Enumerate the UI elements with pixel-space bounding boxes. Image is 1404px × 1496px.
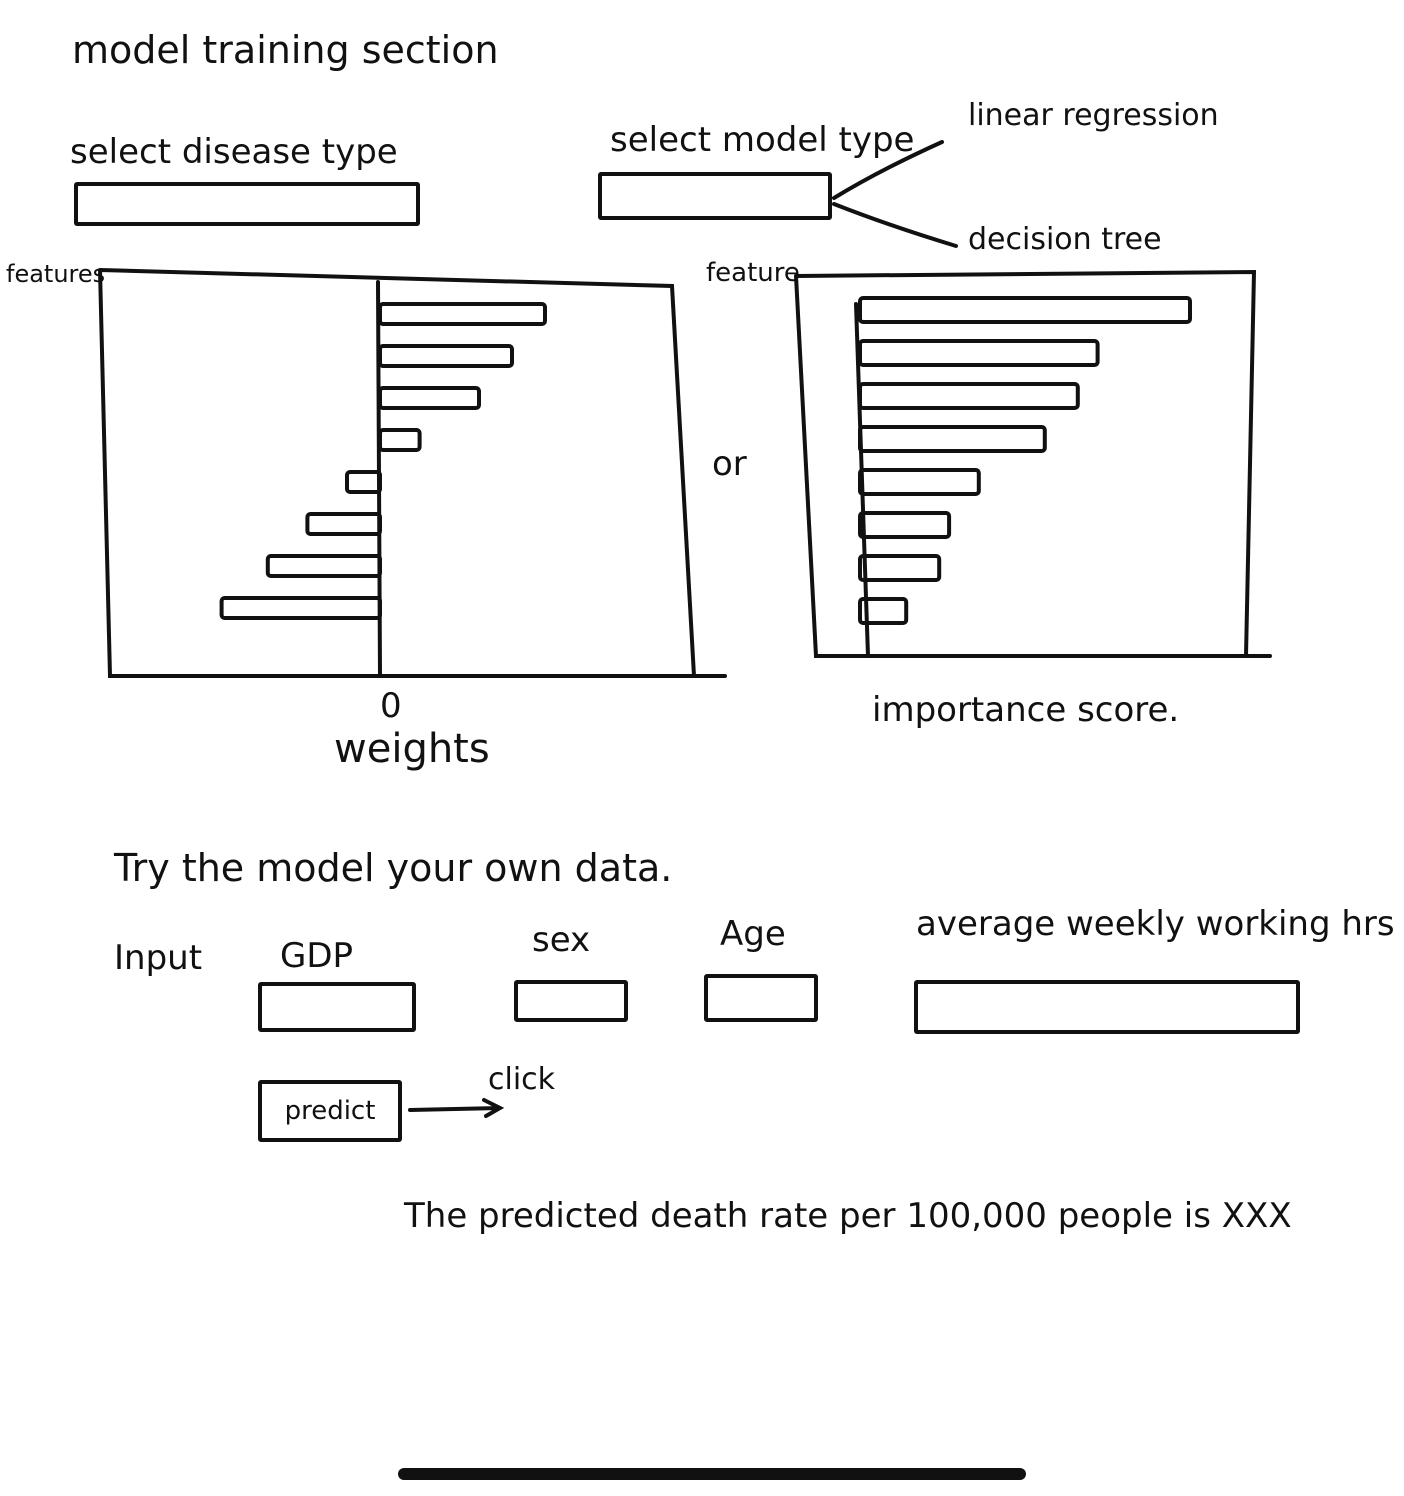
- weight-bar: [345, 470, 382, 494]
- weight-bar: [305, 512, 382, 536]
- connector-decision: [832, 202, 958, 248]
- prediction-result: The predicted death rate per 100,000 peo…: [404, 1196, 1292, 1236]
- predict-arrow: [408, 1098, 505, 1118]
- importance-bar: [858, 382, 1080, 410]
- sex-input[interactable]: [514, 980, 628, 1022]
- weight-bar: [219, 596, 382, 620]
- importance-bar: [858, 425, 1047, 453]
- importance-bar: [858, 296, 1192, 324]
- age-label: Age: [720, 914, 786, 954]
- weights-chart-frame: [98, 268, 727, 678]
- input-label: Input: [114, 938, 203, 978]
- home-indicator: [398, 1468, 1026, 1480]
- importance-bar: [858, 339, 1100, 367]
- age-input[interactable]: [704, 974, 818, 1022]
- weight-bar: [378, 302, 547, 326]
- connector-linear: [832, 140, 944, 200]
- try-section-heading: Try the model your own data.: [114, 846, 673, 890]
- sex-label: sex: [532, 920, 591, 960]
- working-hrs-input[interactable]: [914, 980, 1300, 1034]
- importance-bar: [858, 468, 981, 496]
- predict-button[interactable]: predict: [258, 1080, 402, 1142]
- weight-bar: [378, 428, 422, 452]
- importance-bar: [858, 554, 942, 582]
- importance-bar: [858, 511, 952, 539]
- gdp-input[interactable]: [258, 982, 416, 1032]
- weight-bar: [265, 554, 382, 578]
- weight-bar: [378, 386, 481, 410]
- click-note: click: [488, 1062, 556, 1097]
- sketch-canvas: [98, 140, 1272, 1118]
- gdp-label: GDP: [280, 936, 354, 976]
- working-hrs-label: average weekly working hrs: [916, 904, 1395, 944]
- weight-bar: [378, 344, 514, 368]
